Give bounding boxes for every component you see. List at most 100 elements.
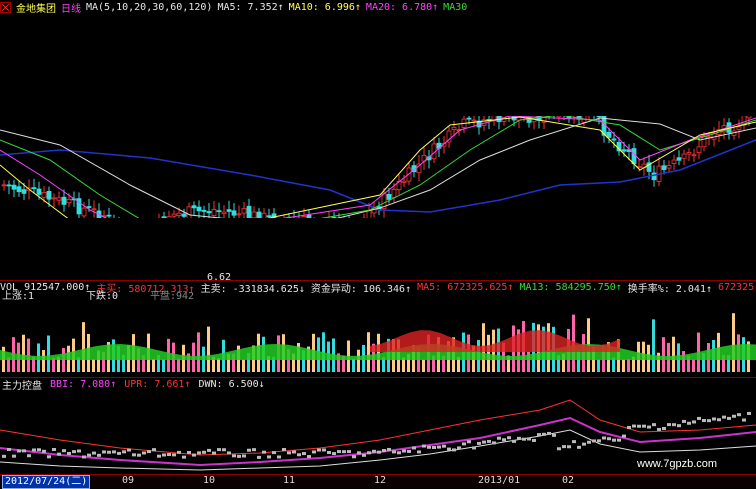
candle-body	[166, 216, 172, 218]
candle-body	[701, 136, 707, 148]
control-mark	[347, 450, 351, 454]
control-mark	[162, 453, 166, 457]
volume-bar	[627, 358, 630, 372]
fund-change-value: 资金异动: 106.346↑	[310, 283, 412, 295]
candle-body	[282, 220, 286, 224]
candle-body	[691, 154, 697, 157]
control-mark	[292, 450, 296, 454]
candle-body	[161, 216, 167, 218]
candle-body	[386, 193, 392, 200]
candle-body	[122, 233, 126, 234]
control-mark	[267, 455, 271, 459]
control-mark	[297, 453, 301, 457]
candle-body	[661, 165, 667, 170]
control-mark	[597, 439, 601, 443]
candle-body	[191, 205, 197, 209]
candle-body	[181, 213, 187, 217]
candle-body	[16, 186, 22, 193]
candle-body	[277, 224, 281, 225]
control-mark	[332, 452, 336, 456]
control-mark	[17, 449, 21, 453]
volume-bar	[377, 333, 380, 372]
control-mark	[67, 451, 71, 455]
control-mark	[137, 453, 141, 457]
control-mark	[567, 445, 571, 449]
volume-bar	[357, 349, 360, 372]
candle-body	[301, 216, 307, 218]
candle-body	[86, 206, 92, 208]
candle-body	[211, 209, 217, 217]
control-mark	[272, 451, 276, 455]
control-mark	[642, 424, 646, 428]
control-mark	[92, 451, 96, 455]
control-mark	[312, 450, 316, 454]
candle-body	[132, 233, 136, 239]
control-mark	[247, 448, 251, 452]
volume-bar	[242, 359, 245, 372]
date-label-10: 10	[203, 475, 216, 486]
control-mark	[367, 451, 371, 455]
control-mark	[657, 427, 661, 431]
control-mark	[577, 445, 581, 449]
control-mark	[417, 450, 421, 454]
control-mark	[522, 437, 526, 441]
candle-body	[496, 116, 502, 123]
stock-chart[interactable]	[0, 0, 756, 474]
candle-body	[342, 221, 346, 230]
volume-bar	[672, 336, 675, 372]
control-mark	[402, 449, 406, 453]
control-mark	[27, 454, 31, 458]
control-mark	[462, 442, 466, 446]
control-mark	[422, 444, 426, 448]
control-mark	[147, 450, 151, 454]
control-mark	[57, 452, 61, 456]
candle-body	[66, 199, 72, 204]
control-mark	[117, 451, 121, 455]
control-mark	[102, 450, 106, 454]
control-mark	[97, 453, 101, 457]
up-count: 上涨:1	[2, 291, 35, 302]
control-mark	[412, 446, 416, 450]
date-label-02: 02	[562, 475, 575, 486]
control-mark	[382, 449, 386, 453]
control-mark	[257, 455, 261, 459]
candle-body	[201, 209, 207, 212]
control-mark	[497, 436, 501, 440]
control-mark	[452, 448, 456, 452]
control-mark	[52, 448, 56, 452]
candle-body	[606, 131, 612, 138]
candle-body	[206, 211, 212, 214]
upr-value: UPR: 7.661↑	[124, 378, 191, 390]
control-mark	[672, 423, 676, 427]
control-mark	[492, 441, 496, 445]
candle-body	[1, 184, 7, 187]
candle-body	[117, 221, 121, 231]
control-mark	[107, 450, 111, 454]
control-mark	[392, 450, 396, 454]
control-mark	[377, 450, 381, 454]
candle-body	[506, 116, 512, 117]
candle-body	[106, 214, 112, 217]
volume-bar	[207, 326, 210, 372]
date-label-2013-01: 2013/01	[478, 475, 521, 486]
volume-bar	[652, 319, 655, 372]
control-mark	[687, 421, 691, 425]
control-mark	[677, 424, 681, 428]
candle-body	[61, 196, 67, 205]
control-mark	[37, 448, 41, 452]
control-mark	[487, 439, 491, 443]
control-mark	[142, 451, 146, 455]
candle-body	[186, 206, 192, 218]
candle-body	[331, 216, 337, 218]
control-mark	[152, 448, 156, 452]
candle-body	[631, 148, 637, 165]
control-mark	[242, 454, 246, 458]
control-mark	[32, 448, 36, 452]
control-mark	[342, 450, 346, 454]
candle-body	[142, 238, 146, 250]
volume-bar	[177, 358, 180, 372]
control-mark	[42, 449, 46, 453]
control-mark	[337, 450, 341, 454]
control-mark	[512, 439, 516, 443]
control-mark	[82, 455, 86, 459]
